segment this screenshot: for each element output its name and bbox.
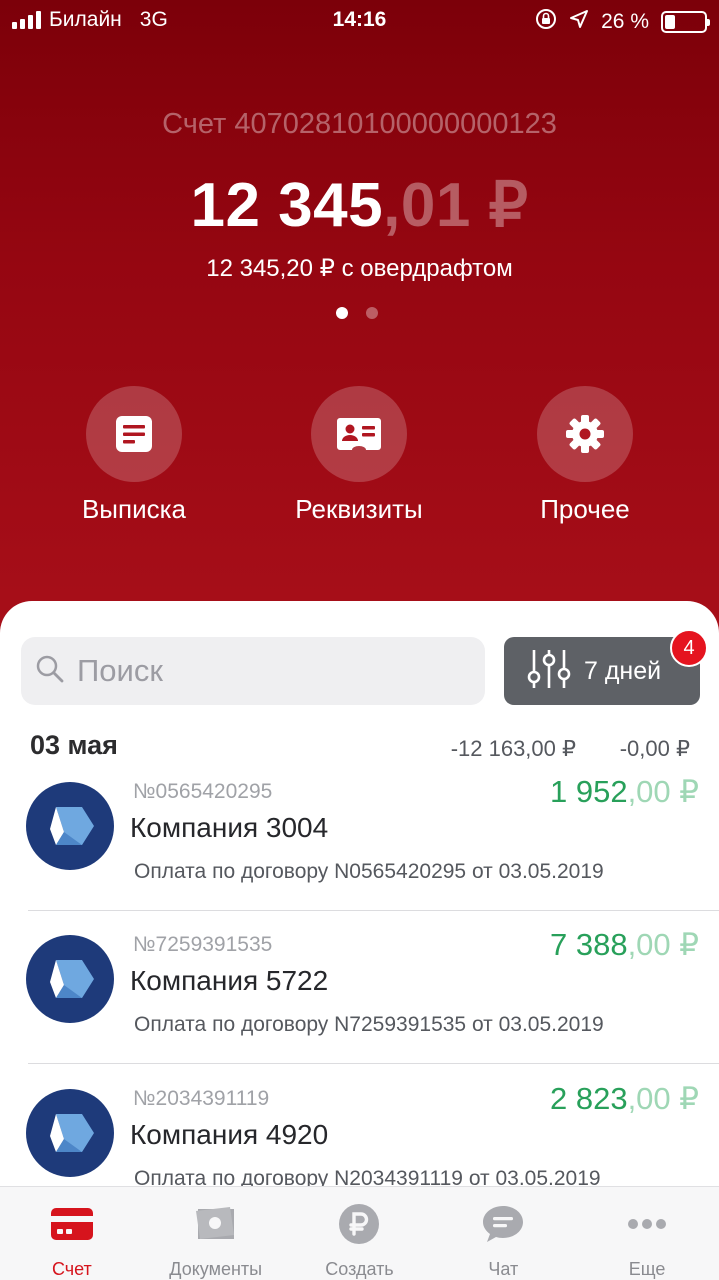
amount-main: 2 823 <box>549 1081 628 1116</box>
account-balance: 12 345,01 ₽ <box>0 168 719 241</box>
other-label: Прочее <box>540 494 630 524</box>
location-icon <box>569 9 589 34</box>
page-dot-1[interactable] <box>336 307 348 319</box>
filter-sliders-icon <box>526 647 572 696</box>
ruble-icon <box>338 1203 380 1245</box>
company-logo-icon <box>26 782 114 870</box>
requisites-button[interactable]: Реквизиты <box>269 386 449 525</box>
day-outgoing-total: -12 163,00 ₽ <box>450 736 576 761</box>
transaction-number: №2034391119 <box>133 1087 270 1110</box>
overdraft-balance: 12 345,20 ₽ с овердрафтом <box>206 255 513 282</box>
search-icon <box>35 654 65 689</box>
account-header: Билайн 3G 14:16 26 % Счет 40702810100000… <box>0 0 719 640</box>
rotation-lock-icon <box>535 8 557 35</box>
tab-more[interactable]: Еще <box>575 1187 719 1280</box>
requisites-label: Реквизиты <box>295 494 423 524</box>
gear-icon <box>537 386 633 482</box>
tab-create[interactable]: Создать <box>288 1187 432 1280</box>
tab-chat[interactable]: Чат <box>431 1187 575 1280</box>
balance-fraction: ,01 ₽ <box>383 171 529 240</box>
transaction-description: Оплата по договору N7259391535 от 03.05.… <box>134 1013 604 1036</box>
search-placeholder: Поиск <box>77 653 163 688</box>
amount-main: 1 952 <box>549 774 628 809</box>
transaction-description: Оплата по договору N0565420295 от 03.05.… <box>134 860 604 883</box>
balance-main: 12 345 <box>190 171 384 240</box>
account-number: Счет 40702810100000000123 <box>162 108 557 140</box>
statement-button[interactable]: Выписка <box>44 386 224 525</box>
tab-account[interactable]: Счет <box>0 1187 144 1280</box>
tab-create-label: Создать <box>325 1259 394 1279</box>
transaction-amount: 7 388,00 ₽ <box>550 927 699 963</box>
statement-icon <box>86 386 182 482</box>
day-header-date: 03 мая <box>30 730 118 760</box>
transaction-row[interactable]: №7259391535 Компания 5722 7 388,00 ₽ Опл… <box>0 923 719 1076</box>
statement-label: Выписка <box>81 494 187 524</box>
transaction-company: Компания 3004 <box>130 812 329 843</box>
id-card-icon <box>311 386 407 482</box>
search-input[interactable]: Поиск <box>21 637 485 705</box>
battery-icon <box>661 10 710 33</box>
amount-fraction: ,00 ₽ <box>627 774 699 809</box>
tab-documents-label: Документы <box>169 1259 263 1279</box>
period-filter-label: 7 дней <box>584 656 662 685</box>
card-icon <box>50 1203 94 1245</box>
amount-main: 7 388 <box>549 927 628 962</box>
company-logo-icon <box>26 935 114 1023</box>
transaction-company: Компания 5722 <box>130 965 329 996</box>
tab-bar: Счет Документы Создать Чат Еще <box>0 1186 719 1280</box>
more-icon <box>627 1203 667 1245</box>
chat-icon <box>482 1203 524 1245</box>
transaction-row[interactable]: №0565420295 Компания 3004 1 952,00 ₽ Опл… <box>0 770 719 923</box>
company-logo-icon <box>26 1089 114 1177</box>
tab-chat-label: Чат <box>488 1259 519 1279</box>
row-divider <box>28 1063 719 1064</box>
tab-documents[interactable]: Документы <box>144 1187 288 1280</box>
documents-icon <box>194 1203 238 1245</box>
transaction-number: №7259391535 <box>133 933 273 956</box>
status-bar: Билайн 3G 14:16 26 % <box>0 0 719 40</box>
amount-fraction: ,00 ₽ <box>627 927 699 962</box>
battery-percent: 26 % <box>601 9 649 33</box>
transaction-amount: 1 952,00 ₽ <box>550 774 699 810</box>
transaction-company: Компания 4920 <box>130 1119 329 1150</box>
amount-fraction: ,00 ₽ <box>627 1081 699 1116</box>
transaction-number: №0565420295 <box>133 780 273 803</box>
page-indicator[interactable] <box>336 307 378 319</box>
transaction-amount: 2 823,00 ₽ <box>550 1081 699 1117</box>
day-incoming-total: -0,00 ₽ <box>619 736 690 761</box>
tab-more-label: Еще <box>628 1259 666 1279</box>
other-button[interactable]: Прочее <box>495 386 675 525</box>
filter-count-badge: 4 <box>670 629 708 667</box>
page-dot-2[interactable] <box>366 307 378 319</box>
tab-account-label: Счет <box>51 1259 92 1279</box>
row-divider <box>28 910 719 911</box>
